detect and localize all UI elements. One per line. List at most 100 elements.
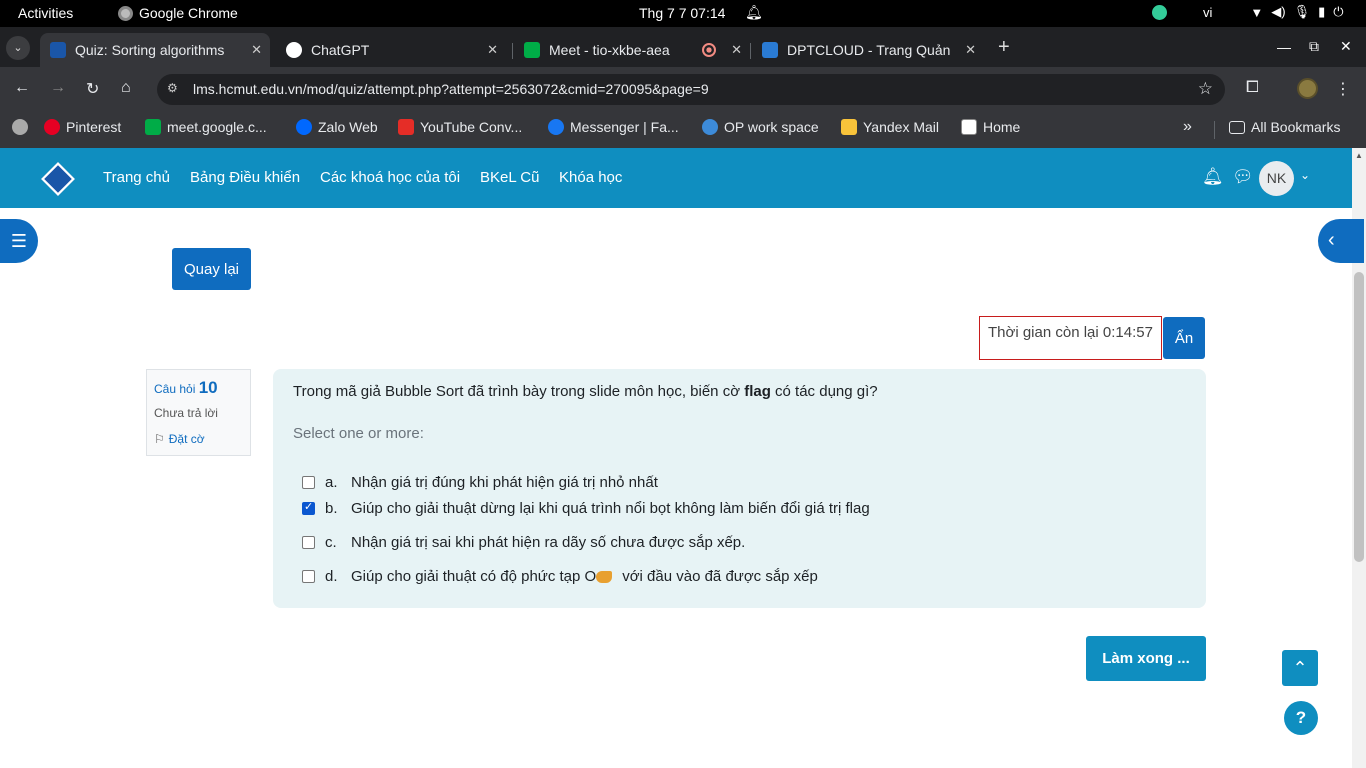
recording-icon — [702, 43, 716, 57]
answer-checkbox[interactable] — [302, 536, 315, 549]
browser-toolbar: ← → ↻ ⌂ ⚙ lms.hcmut.edu.vn/mod/quiz/atte… — [0, 67, 1366, 112]
question-content: Trong mã giả Bubble Sort đã trình bày tr… — [273, 369, 1206, 608]
tab-title: Quiz: Sorting algorithms — [75, 42, 225, 58]
notion-icon — [961, 119, 977, 135]
pinterest-icon — [44, 119, 60, 135]
nav-home[interactable]: Trang chủ — [103, 169, 170, 186]
finish-attempt-button[interactable]: Làm xong ... — [1086, 636, 1206, 681]
mail-icon — [841, 119, 857, 135]
bookmark-pinterest[interactable]: Pinterest — [44, 119, 121, 135]
tab-separator — [750, 43, 751, 59]
bk-logo[interactable] — [41, 162, 75, 196]
home-icon[interactable]: ⌂ — [121, 79, 131, 97]
bookmark-youtube-converter[interactable]: YouTube Conv... — [398, 119, 522, 135]
bookmark-star-icon[interactable]: ☆ — [1198, 79, 1213, 99]
volume-icon: ◀) — [1271, 4, 1286, 19]
all-bookmarks-folder[interactable]: All Bookmarks — [1229, 119, 1340, 135]
answer-option-d[interactable]: d. Giúp cho giải thuật có độ phức tạp O … — [302, 568, 818, 585]
wifi-icon: ▼ — [1250, 4, 1264, 20]
answer-checkbox[interactable] — [302, 570, 315, 583]
nav-my-courses[interactable]: Các khoá học của tôi — [320, 169, 460, 186]
bookmark-op-workspace[interactable]: OP work space — [702, 119, 819, 135]
bookmark-yandex-mail[interactable]: Yandex Mail — [841, 119, 939, 135]
extensions-icon[interactable]: ⧠ — [1246, 79, 1259, 97]
tab-title: Meet - tio-xkbe-aea — [549, 42, 670, 58]
question-text: Trong mã giả Bubble Sort đã trình bày tr… — [293, 383, 878, 400]
close-tab-icon[interactable]: ✕ — [965, 42, 976, 58]
nav-dashboard[interactable]: Bảng Điều khiển — [190, 169, 300, 186]
back-arrow-icon[interactable]: ← — [14, 79, 30, 97]
bkel-favicon-icon — [50, 42, 66, 58]
back-button[interactable]: Quay lại — [172, 248, 251, 290]
meet-icon — [145, 119, 161, 135]
answer-option-c[interactable]: c. Nhận giá trị sai khi phát hiện ra dãy… — [302, 534, 745, 551]
tab-search-icon[interactable]: ⌄ — [6, 36, 30, 60]
answer-checkbox-checked[interactable] — [302, 500, 315, 515]
flag-icon: ⚐ — [154, 432, 165, 446]
app-menu[interactable]: Google Chrome — [118, 5, 238, 21]
clock[interactable]: Thg 7 7 07:14 — [639, 5, 725, 21]
address-bar[interactable]: ⚙ lms.hcmut.edu.vn/mod/quiz/attempt.php?… — [157, 74, 1225, 105]
url-text[interactable]: lms.hcmut.edu.vn/mod/quiz/attempt.php?at… — [193, 81, 709, 97]
system-top-bar: Activities Google Chrome Thg 7 7 07:14 🔔… — [0, 0, 1366, 27]
close-tab-icon[interactable]: ✕ — [731, 42, 742, 58]
scrollbar-thumb[interactable] — [1354, 272, 1364, 562]
answer-checkbox[interactable] — [302, 476, 315, 489]
more-bookmarks-chevron[interactable]: » — [1183, 118, 1192, 136]
messages-icon[interactable]: 💬︎ — [1232, 167, 1254, 187]
bookmark-notion-home[interactable]: Home — [961, 119, 1020, 135]
battery-icon: ▮ — [1318, 4, 1326, 19]
back-to-top-chevron-up-icon[interactable]: ⌃ — [1282, 650, 1318, 686]
minimize-icon[interactable]: — — [1277, 39, 1291, 55]
input-method-icon[interactable] — [1152, 4, 1167, 20]
tab-quiz[interactable]: Quiz: Sorting algorithms ✕ — [40, 33, 270, 67]
close-window-icon[interactable]: ✕ — [1340, 38, 1352, 55]
system-tray[interactable]: vi ▼ ◀) 🎙︎ ▮ ⏻ — [1152, 4, 1344, 20]
reload-icon[interactable]: ↻ — [86, 79, 99, 99]
chatgpt-favicon-icon — [286, 42, 302, 58]
chevron-down-icon[interactable]: ⌄ — [1300, 168, 1310, 182]
bookmarks-divider — [1214, 121, 1215, 139]
bookmark-zalo[interactable]: Zalo Web — [296, 119, 378, 135]
block-drawer-toggle-chevron-left-icon[interactable]: ‹ — [1318, 219, 1364, 263]
scroll-up-icon[interactable]: ▲ — [1355, 151, 1363, 160]
download-icon — [398, 119, 414, 135]
question-info-panel: Câu hỏi 10 Chưa trả lời ⚐ Đặt cờ — [146, 369, 251, 456]
tab-meet[interactable]: Meet - tio-xkbe-aea ✕ — [514, 33, 750, 67]
tab-strip: ⌄ Quiz: Sorting algorithms ✕ ChatGPT ✕ M… — [0, 27, 1366, 67]
browser-menu-icon[interactable]: ⋮ — [1335, 79, 1351, 99]
close-tab-icon[interactable]: ✕ — [487, 42, 498, 58]
maximize-icon[interactable]: ⧉ — [1309, 38, 1319, 55]
language-indicator[interactable]: vi — [1203, 5, 1212, 20]
site-info-icon[interactable]: ⚙ — [167, 81, 178, 95]
answer-option-b[interactable]: b. Giúp cho giải thuật dừng lại khi quá … — [302, 500, 870, 517]
broken-emoji-image-icon — [596, 570, 613, 583]
tab-chatgpt[interactable]: ChatGPT ✕ — [276, 33, 506, 67]
bookmark-messenger[interactable]: Messenger | Fa... — [548, 119, 679, 135]
user-avatar[interactable]: NK — [1259, 161, 1294, 196]
nav-courses[interactable]: Khóa học — [559, 169, 622, 186]
tab-dptcloud[interactable]: DPTCLOUD - Trang Quản ✕ — [752, 33, 984, 67]
answer-option-a[interactable]: a. Nhận giá trị đúng khi phát hiện giá t… — [302, 474, 658, 491]
activities-button[interactable]: Activities — [18, 5, 73, 21]
folder-icon — [1229, 120, 1245, 134]
new-tab-icon[interactable]: + — [998, 36, 1010, 59]
hide-timer-button[interactable]: Ẩn — [1163, 317, 1205, 359]
forward-arrow-icon[interactable]: → — [50, 79, 66, 97]
close-tab-icon[interactable]: ✕ — [251, 42, 262, 58]
microphone-icon: 🎙︎ — [1293, 4, 1311, 19]
meet-favicon-icon — [524, 42, 540, 58]
chrome-icon — [118, 5, 133, 21]
flag-question-link[interactable]: ⚐ Đặt cờ — [154, 432, 243, 446]
help-question-icon[interactable]: ? — [1284, 701, 1318, 735]
tab-title: DPTCLOUD - Trang Quản — [787, 42, 951, 58]
nav-old-bkel[interactable]: BKeL Cũ — [480, 169, 539, 186]
openproject-icon — [702, 119, 718, 135]
profile-avatar[interactable] — [1297, 78, 1318, 99]
apps-icon[interactable] — [12, 119, 28, 135]
notification-bell-icon[interactable]: 🔔︎ — [1202, 167, 1224, 187]
bookmark-meet[interactable]: meet.google.c... — [145, 119, 267, 135]
site-navbar: Trang chủ Bảng Điều khiển Các khoá học c… — [0, 148, 1352, 208]
facebook-icon — [548, 119, 564, 135]
course-index-toggle-list-icon[interactable]: ☰ — [0, 219, 38, 263]
